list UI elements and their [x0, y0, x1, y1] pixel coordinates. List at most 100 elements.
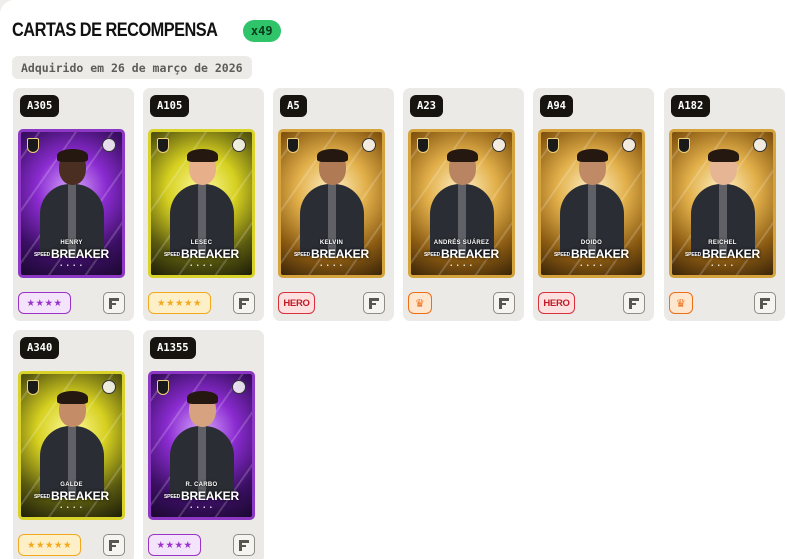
- f-icon-bar: [109, 302, 116, 305]
- f-icon-bar: [629, 297, 639, 301]
- card-brand: SPEEDBREAKER: [672, 247, 773, 261]
- card-brand-text: BREAKER: [181, 489, 239, 503]
- card-artwork[interactable]: HENRY SPEEDBREAKER • • • •: [18, 129, 125, 278]
- player-name: HENRY: [60, 240, 83, 246]
- player-hair: [316, 149, 348, 162]
- f-square-icon: [109, 297, 119, 309]
- star-rarity-badge: ★★★★★: [148, 292, 211, 314]
- player-name: LESEC: [190, 240, 213, 246]
- card-brand-text: BREAKER: [311, 247, 369, 261]
- player-hair: [707, 149, 739, 162]
- card-brand: SPEEDBREAKER: [281, 247, 382, 261]
- f-icon-bar: [239, 539, 249, 543]
- card-code-label: A94: [540, 95, 573, 117]
- player-name: DOIDO: [580, 240, 603, 246]
- card-artwork[interactable]: LESEC SPEEDBREAKER • • • •: [148, 129, 255, 278]
- card-code-label: A105: [150, 95, 190, 117]
- player-hair: [56, 149, 88, 162]
- f-square-icon: [760, 297, 770, 309]
- card-dots: • • • •: [189, 263, 214, 269]
- card-brand: SPEEDBREAKER: [21, 247, 122, 261]
- f-icon-bar: [369, 302, 376, 305]
- card-code-label: A182: [671, 95, 711, 117]
- card-brand: SPEEDBREAKER: [541, 247, 642, 261]
- section-title: CARTAS DE RECOMPENSA: [12, 20, 218, 41]
- card-artwork[interactable]: DOIDO SPEEDBREAKER • • • •: [538, 129, 645, 278]
- card-action-button[interactable]: [754, 292, 776, 314]
- section-header: CARTAS DE RECOMPENSA x49: [12, 18, 281, 44]
- card-artwork[interactable]: KELVIN SPEEDBREAKER • • • •: [278, 129, 385, 278]
- card-brand-text: BREAKER: [702, 247, 760, 261]
- player-name: REICHEL: [708, 240, 737, 246]
- card-action-button[interactable]: [103, 292, 125, 314]
- player-hair: [186, 149, 218, 162]
- league-badge-icon: [547, 138, 559, 153]
- card-dots: • • • •: [59, 263, 84, 269]
- crown-rarity-badge: ♛: [408, 292, 432, 314]
- card-artwork[interactable]: GALDE SPEEDBREAKER • • • •: [18, 371, 125, 520]
- f-icon-bar: [109, 544, 116, 547]
- card-action-button[interactable]: [623, 292, 645, 314]
- f-icon-bar: [239, 302, 246, 305]
- reward-card[interactable]: A340 GALDE SPEEDBREAKER • • • • ★★★★★: [13, 330, 134, 559]
- player-hair: [446, 149, 478, 162]
- star-rarity-badge: ★★★★: [18, 292, 71, 314]
- reward-card[interactable]: A23 ANDRÉS SUÁREZ SPEEDBREAKER • • • • ♛: [403, 88, 524, 321]
- club-crest-icon: [232, 380, 246, 394]
- crown-rarity-badge: ♛: [669, 292, 693, 314]
- league-badge-icon: [287, 138, 299, 153]
- card-count-badge: x49: [242, 20, 281, 42]
- reward-card[interactable]: A105 LESEC SPEEDBREAKER • • • • ★★★★★: [143, 88, 264, 321]
- player-hair: [186, 391, 218, 404]
- card-action-button[interactable]: [233, 534, 255, 556]
- reward-card[interactable]: A5 KELVIN SPEEDBREAKER • • • • HERO: [273, 88, 394, 321]
- league-badge-icon: [27, 380, 39, 395]
- acquired-date-chip: Adquirido em 26 de março de 2026: [12, 56, 252, 79]
- card-artwork[interactable]: ANDRÉS SUÁREZ SPEEDBREAKER • • • •: [408, 129, 515, 278]
- player-name: ANDRÉS SUÁREZ: [433, 240, 490, 246]
- f-icon-bar: [109, 297, 119, 301]
- card-dots: • • • •: [319, 263, 344, 269]
- club-crest-icon: [753, 138, 767, 152]
- club-crest-icon: [492, 138, 506, 152]
- card-action-button[interactable]: [233, 292, 255, 314]
- card-action-button[interactable]: [103, 534, 125, 556]
- league-badge-icon: [157, 138, 169, 153]
- card-dots: • • • •: [579, 263, 604, 269]
- card-artwork[interactable]: REICHEL SPEEDBREAKER • • • •: [669, 129, 776, 278]
- reward-card[interactable]: A94 DOIDO SPEEDBREAKER • • • • HERO: [533, 88, 654, 321]
- league-badge-icon: [417, 138, 429, 153]
- reward-card[interactable]: A305 HENRY SPEEDBREAKER • • • • ★★★★: [13, 88, 134, 321]
- card-code-label: A305: [20, 95, 60, 117]
- reward-card[interactable]: A1355 R. CARBO SPEEDBREAKER • • • • ★★★★: [143, 330, 264, 559]
- f-icon-bar: [369, 297, 379, 301]
- player-hair: [576, 149, 608, 162]
- card-brand-text: BREAKER: [51, 489, 109, 503]
- f-square-icon: [109, 539, 119, 551]
- card-brand-text: BREAKER: [51, 247, 109, 261]
- f-icon-bar: [760, 297, 770, 301]
- f-icon-bar: [629, 302, 636, 305]
- f-icon-bar: [239, 297, 249, 301]
- club-crest-icon: [232, 138, 246, 152]
- card-artwork[interactable]: R. CARBO SPEEDBREAKER • • • •: [148, 371, 255, 520]
- card-action-button[interactable]: [363, 292, 385, 314]
- card-brand-text: BREAKER: [571, 247, 629, 261]
- card-dots: • • • •: [710, 263, 735, 269]
- card-code-label: A5: [280, 95, 307, 117]
- card-brand-prefix: SPEED: [294, 251, 310, 258]
- card-dots: • • • •: [59, 505, 84, 511]
- card-dots: • • • •: [449, 263, 474, 269]
- card-brand-prefix: SPEED: [34, 251, 50, 258]
- card-code-label: A1355: [150, 337, 196, 359]
- f-square-icon: [369, 297, 379, 309]
- card-brand: SPEEDBREAKER: [151, 247, 252, 261]
- league-badge-icon: [678, 138, 690, 153]
- f-square-icon: [239, 297, 249, 309]
- league-badge-icon: [157, 380, 169, 395]
- card-action-button[interactable]: [493, 292, 515, 314]
- card-code-label: A23: [410, 95, 443, 117]
- f-icon-bar: [109, 539, 119, 543]
- reward-card[interactable]: A182 REICHEL SPEEDBREAKER • • • • ♛: [664, 88, 785, 321]
- card-brand: SPEEDBREAKER: [151, 489, 252, 503]
